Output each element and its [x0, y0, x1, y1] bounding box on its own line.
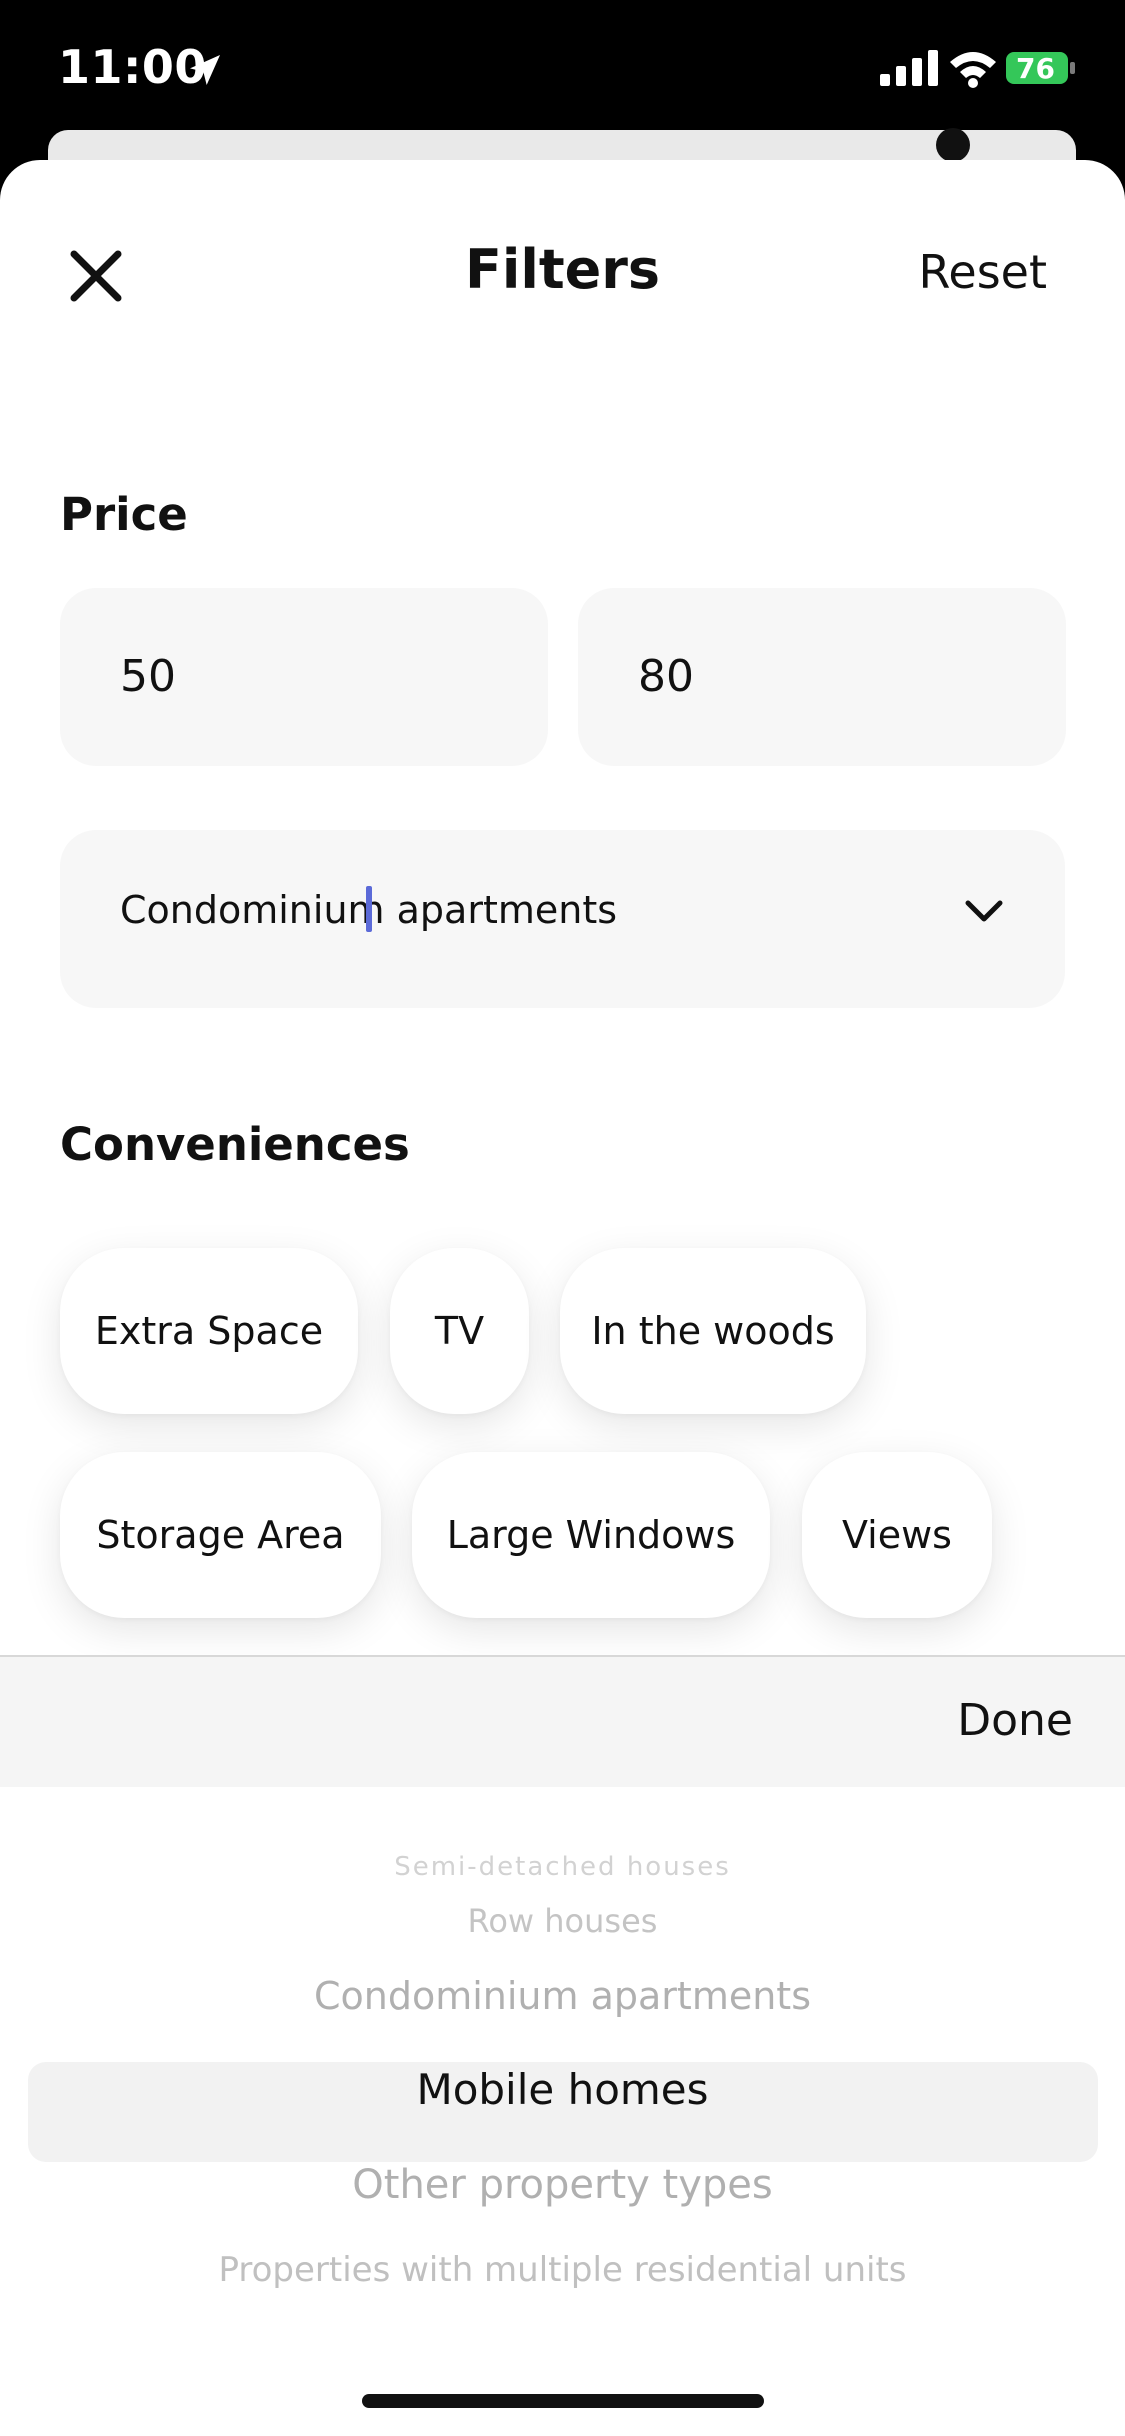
- camera-dot: [936, 128, 970, 162]
- chip-large-windows[interactable]: Large Windows: [412, 1452, 770, 1618]
- chip-storage-area[interactable]: Storage Area: [60, 1452, 381, 1618]
- picker-item[interactable]: Row houses: [0, 1902, 1125, 1940]
- battery-percentage: 76: [1016, 52, 1055, 85]
- status-bar: 11:00 76: [0, 0, 1125, 140]
- wifi-icon: [950, 52, 996, 88]
- picker-item-selected[interactable]: Mobile homes: [0, 2064, 1125, 2116]
- price-section-title: Price: [60, 488, 188, 541]
- picker-item[interactable]: Semi-detached houses: [0, 1852, 1125, 1882]
- chip-tv[interactable]: TV: [390, 1248, 529, 1414]
- chip-in-the-woods[interactable]: In the woods: [560, 1248, 866, 1414]
- conveniences-section-title: Conveniences: [60, 1118, 410, 1171]
- picker-item[interactable]: Condominium apartments: [0, 1974, 1125, 2018]
- picker-item[interactable]: Other property types: [0, 2162, 1125, 2208]
- min-price-input[interactable]: 50: [60, 588, 548, 766]
- home-indicator: [362, 2394, 764, 2408]
- picker-item[interactable]: Properties with multiple residential uni…: [0, 2250, 1125, 2290]
- chip-extra-space[interactable]: Extra Space: [60, 1248, 358, 1414]
- cellular-signal-icon: [880, 50, 938, 86]
- chevron-down-icon: [965, 900, 1003, 922]
- location-arrow-icon: [190, 55, 220, 85]
- reset-button[interactable]: Reset: [919, 245, 1048, 299]
- chip-views[interactable]: Views: [802, 1452, 992, 1618]
- text-cursor: [366, 886, 372, 932]
- property-type-select[interactable]: Condominium apartments: [60, 830, 1065, 1008]
- max-price-input[interactable]: 80: [578, 588, 1066, 766]
- done-button[interactable]: Done: [957, 1695, 1073, 1746]
- picker-toolbar: Done: [0, 1655, 1125, 1789]
